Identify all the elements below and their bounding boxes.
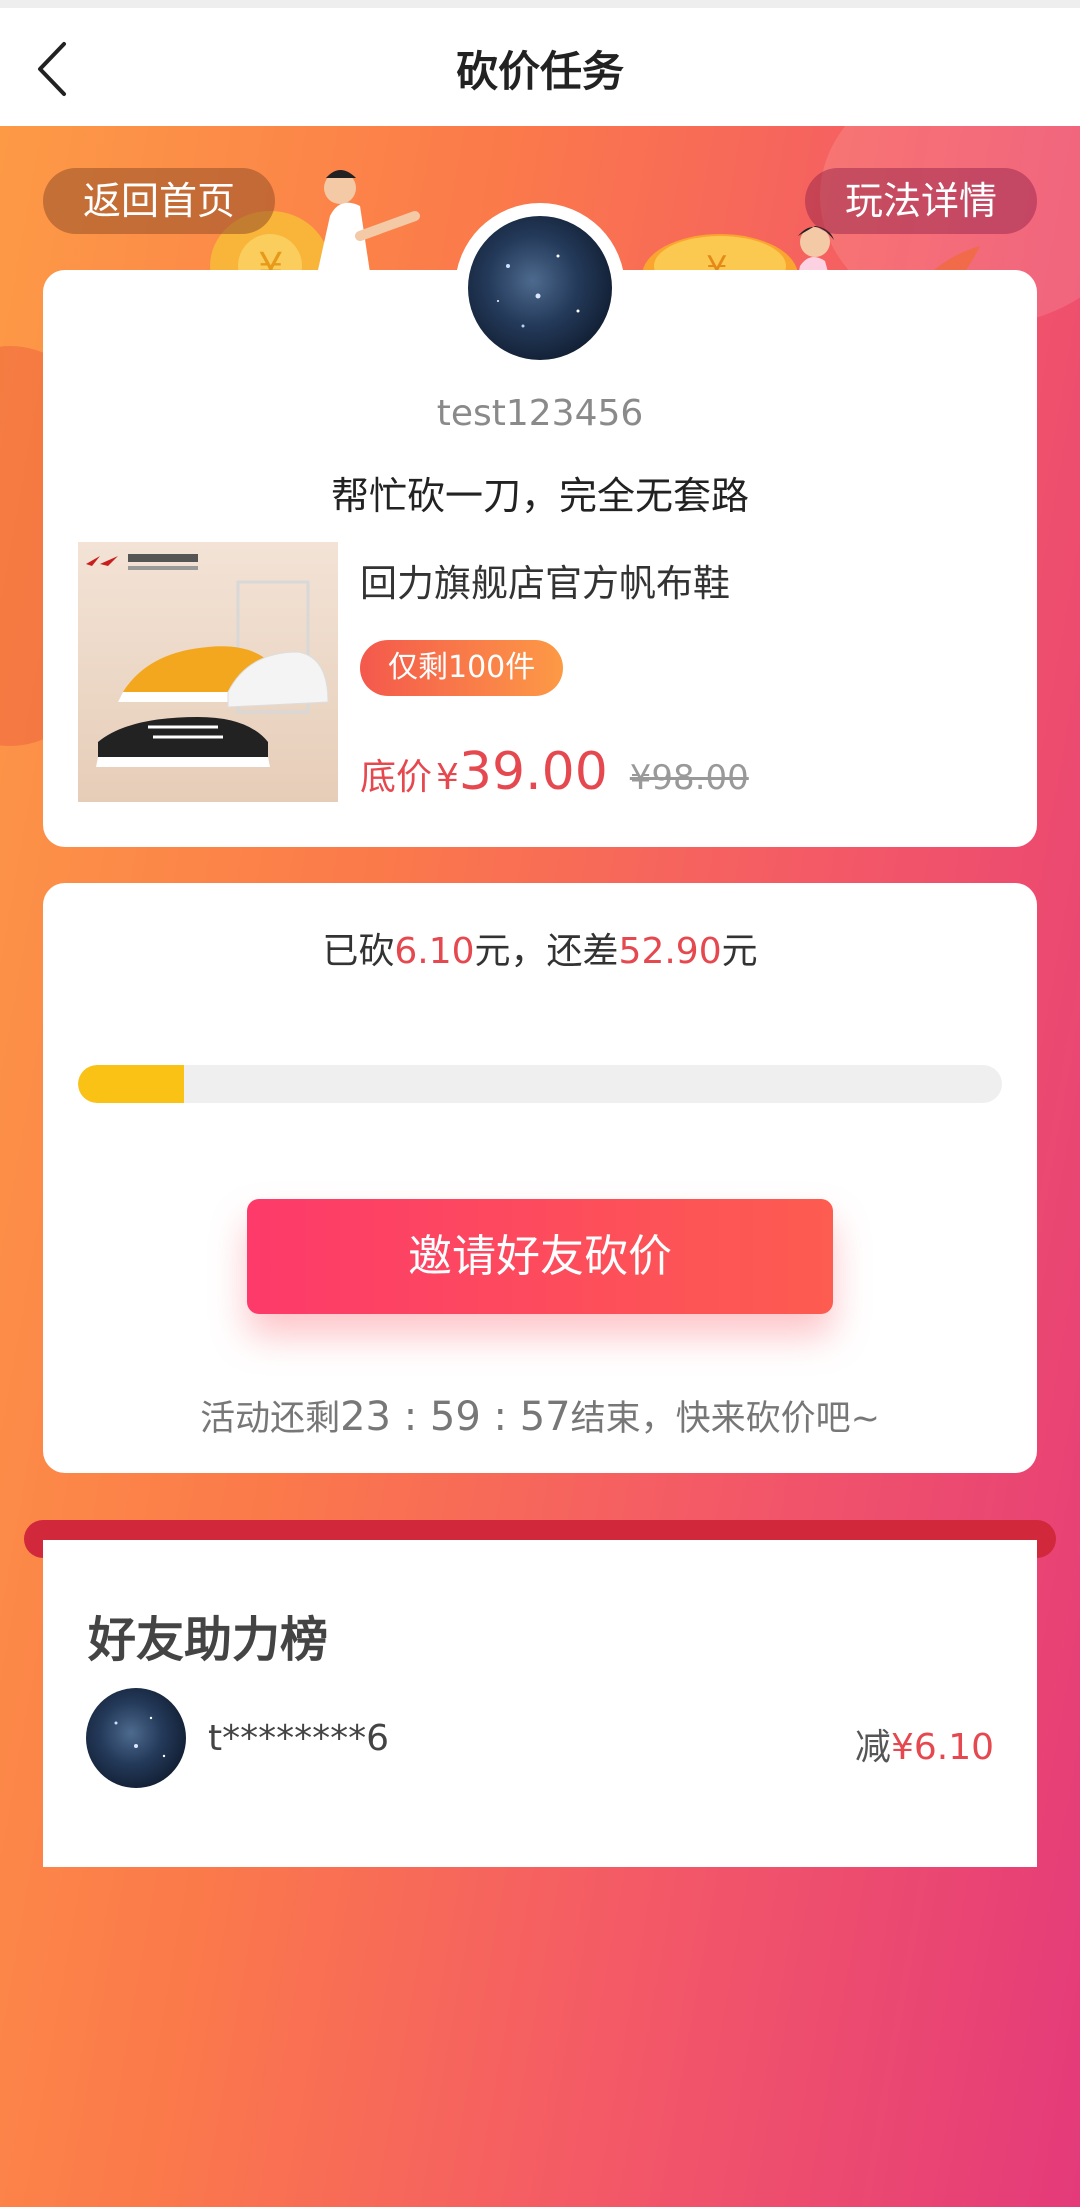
friend-cut-amount: 减¥6.10 — [855, 1718, 994, 1770]
price-label: 底价 — [360, 757, 433, 798]
bargain-progress-bar — [78, 1065, 1002, 1103]
friend-name: t********6 — [208, 1718, 390, 1759]
home-button[interactable]: 返回首页 — [43, 168, 276, 234]
status-strip — [0, 0, 1080, 8]
cut-prefix: 已砍 — [322, 931, 395, 972]
friend-avatar — [86, 1688, 186, 1788]
rules-button[interactable]: 玩法详情 — [804, 168, 1037, 234]
galaxy-image — [497, 254, 580, 328]
progress-fill — [78, 1065, 185, 1103]
nav-bar: 砍价任务 — [0, 8, 1080, 126]
sneakers-image — [86, 554, 329, 767]
product-image[interactable] — [78, 542, 338, 802]
price-row: 底价 ¥39.00 ¥98.00 — [360, 742, 749, 802]
bargain-status: 已砍6.10元，还差52.90元 — [0, 922, 1080, 974]
cut-suffix: 元 — [721, 931, 758, 972]
username: test123456 — [436, 393, 644, 434]
avatar — [468, 216, 612, 360]
page-title: 砍价任务 — [455, 47, 624, 96]
countdown-text: 活动还剩23 : 59 : 57结束，快来砍价吧~ — [0, 1390, 1080, 1441]
original-price: ¥98.00 — [629, 758, 749, 798]
user-avatar-frame — [455, 203, 625, 373]
countdown-timer: 23 : 59 : 57 — [340, 1394, 571, 1440]
slogan-text: 帮忙砍一刀，完全无套路 — [330, 474, 749, 518]
countdown-suffix: 结束，快来砍价吧~ — [570, 1399, 880, 1439]
invite-friends-button[interactable]: 邀请好友砍价 — [247, 1199, 833, 1314]
product-name: 回力旗舰店官方帆布鞋 — [360, 562, 730, 605]
friend-cut-label: 减 — [854, 1727, 891, 1768]
cut-amount: 6.10 — [394, 931, 475, 972]
remaining-amount: 52.90 — [618, 931, 722, 972]
leaderboard-title: 好友助力榜 — [88, 1612, 329, 1668]
friend-cut-value: ¥6.10 — [890, 1727, 994, 1768]
cut-mid: 元，还差 — [474, 931, 619, 972]
stock-badge: 仅剩100件 — [360, 640, 564, 696]
leaderboard-card — [43, 1540, 1037, 1867]
bargain-price: 39.00 — [458, 742, 608, 802]
currency-symbol: ¥ — [436, 757, 459, 798]
countdown-prefix: 活动还剩 — [200, 1399, 341, 1439]
galaxy-image — [114, 1716, 166, 1758]
